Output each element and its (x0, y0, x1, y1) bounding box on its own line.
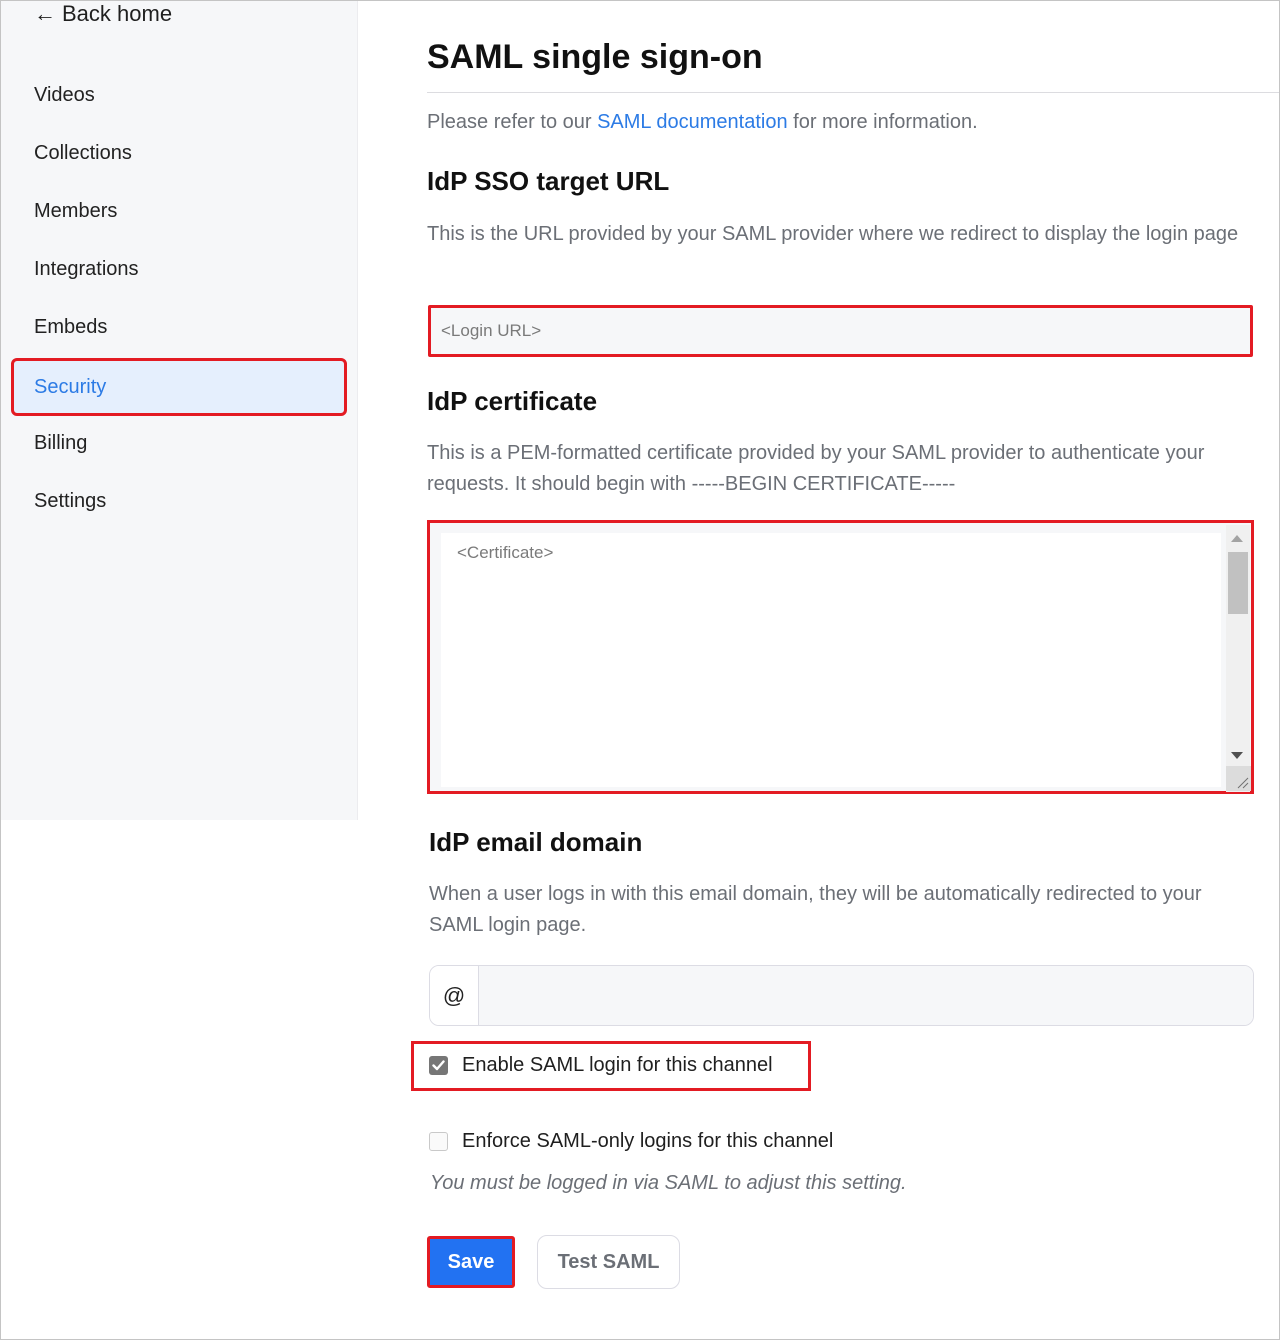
scroll-down-arrow-icon[interactable] (1231, 752, 1243, 759)
enable-saml-checkbox[interactable] (429, 1056, 448, 1075)
email-domain-input[interactable] (479, 966, 1253, 1025)
certificate-description: This is a PEM-formatted certificate prov… (427, 442, 1205, 495)
certificate-scrollbar[interactable] (1226, 525, 1250, 792)
sidebar-item-label: Security (34, 375, 107, 398)
enforce-saml-label: Enforce SAML-only logins for this channe… (462, 1130, 834, 1152)
sso-url-title: IdP SSO target URL (427, 166, 670, 196)
sidebar-item-label: Integrations (34, 257, 139, 280)
enforce-saml-checkbox[interactable] (429, 1132, 448, 1151)
scroll-up-arrow-icon[interactable] (1231, 535, 1243, 542)
intro-suffix: for more information. (787, 111, 978, 133)
email-domain-title: IdP email domain (429, 827, 643, 857)
enforce-saml-option[interactable]: Enforce SAML-only logins for this channe… (429, 1130, 833, 1153)
sidebar-item-members[interactable]: Members (11, 182, 347, 240)
save-button[interactable]: Save (427, 1236, 515, 1288)
enable-saml-option[interactable]: Enable SAML login for this channel (429, 1054, 773, 1077)
sidebar-item-embeds[interactable]: Embeds (11, 298, 347, 356)
test-saml-button[interactable]: Test SAML (537, 1235, 680, 1289)
scroll-thumb[interactable] (1228, 552, 1248, 614)
enable-saml-label: Enable SAML login for this channel (462, 1054, 773, 1076)
sidebar-item-label: Videos (34, 83, 95, 106)
resize-grip-icon[interactable] (1226, 766, 1251, 791)
back-home-link[interactable]: ← Back home (34, 1, 172, 27)
sso-url-input[interactable] (428, 305, 1253, 357)
certificate-textarea[interactable] (441, 533, 1221, 787)
sidebar-item-settings[interactable]: Settings (11, 472, 347, 530)
certificate-title: IdP certificate (427, 386, 598, 416)
email-domain-description: When a user logs in with this email doma… (429, 883, 1202, 936)
sidebar-item-security[interactable]: Security (11, 358, 347, 416)
sso-url-description: This is the URL provided by your SAML pr… (427, 223, 1239, 245)
page-title: SAML single sign-on (427, 38, 763, 76)
sidebar-item-label: Embeds (34, 315, 108, 338)
sidebar-item-collections[interactable]: Collections (11, 124, 347, 182)
title-divider (427, 92, 1280, 93)
sidebar-item-label: Billing (34, 431, 88, 454)
intro-prefix: Please refer to our (427, 111, 598, 133)
sidebar-item-label: Settings (34, 489, 107, 512)
email-domain-input-group: @ (429, 965, 1254, 1026)
checkmark-icon (432, 1060, 445, 1071)
sidebar: ← Back home Videos Collections Members I… (1, 1, 358, 820)
sidebar-item-integrations[interactable]: Integrations (11, 240, 347, 298)
intro-text: Please refer to our SAML documentation f… (427, 111, 978, 134)
arrow-left-icon: ← (34, 1, 56, 26)
back-home-label: Back home (62, 1, 173, 26)
sidebar-item-label: Collections (34, 141, 132, 164)
sidebar-item-billing[interactable]: Billing (11, 414, 347, 472)
sidebar-item-label: Members (34, 199, 118, 222)
certificate-field (427, 520, 1254, 794)
enforce-saml-note: You must be logged in via SAML to adjust… (430, 1172, 907, 1194)
sidebar-item-videos[interactable]: Videos (11, 66, 347, 124)
saml-documentation-link[interactable]: SAML documentation (597, 111, 787, 133)
at-sign-prefix: @ (430, 966, 479, 1025)
